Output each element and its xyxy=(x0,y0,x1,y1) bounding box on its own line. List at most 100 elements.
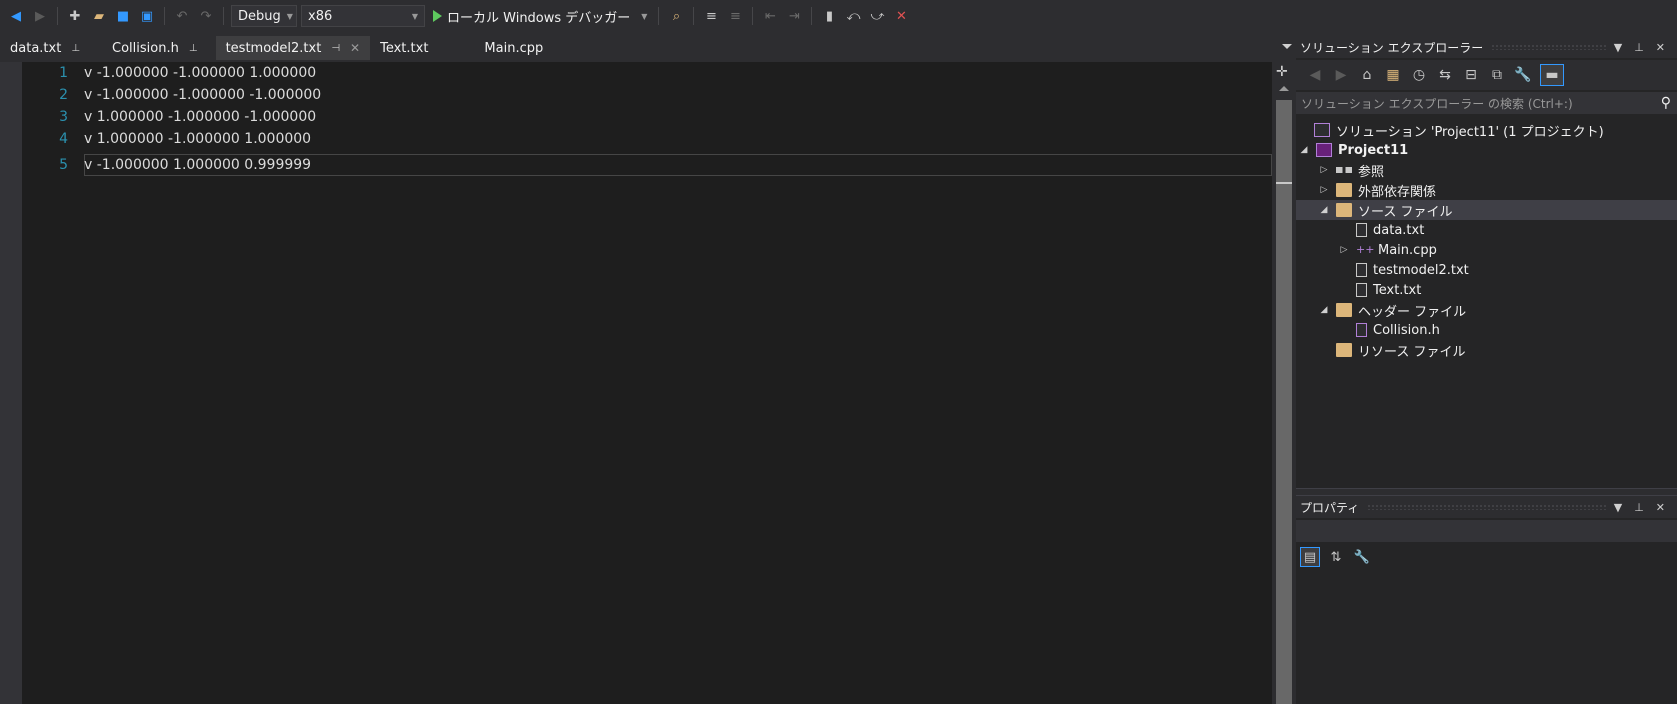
show-all-files-icon[interactable]: ⧉ xyxy=(1488,67,1506,83)
line-text[interactable]: v 1.000000 -1.000000 1.000000 xyxy=(84,131,311,147)
tree-item-header-files[interactable]: ◢ ヘッダー ファイル xyxy=(1296,300,1677,320)
uncomment-icon[interactable]: ≡ xyxy=(725,6,745,26)
expanded-arrow-icon[interactable]: ◢ xyxy=(1318,205,1330,215)
toolbar-separator xyxy=(57,7,58,25)
previous-bookmark-icon[interactable]: ⤺ xyxy=(843,6,863,26)
search-icon[interactable]: ⚲ xyxy=(1661,95,1671,111)
main-toolbar: ◀ ▶ ✚ ▰ ■ ▣ ↶ ↷ Debug ▼ x86 ▼ ローカル Windo… xyxy=(0,0,1677,32)
tree-item-label: Project11 xyxy=(1338,142,1409,158)
tree-item-external-dependencies[interactable]: ▷ 外部依存関係 xyxy=(1296,180,1677,200)
tree-item-solution[interactable]: ソリューション 'Project11' (1 プロジェクト) xyxy=(1296,120,1677,140)
line-text[interactable]: v 1.000000 -1.000000 -1.000000 xyxy=(84,109,316,125)
chevron-down-icon: ▼ xyxy=(286,11,293,21)
pending-changes-filter-icon[interactable]: ◷ xyxy=(1410,67,1428,83)
project-icon xyxy=(1316,143,1332,157)
home-icon[interactable]: ⌂ xyxy=(1358,67,1376,83)
close-icon[interactable]: ✕ xyxy=(1656,501,1665,514)
start-debugging-button[interactable]: ローカル Windows デバッガー ▼ xyxy=(429,7,651,26)
title-grip xyxy=(1367,504,1606,510)
pane-splitter[interactable] xyxy=(1296,488,1677,496)
new-item-icon[interactable]: ✚ xyxy=(65,6,85,26)
next-bookmark-icon[interactable]: ⤻ xyxy=(867,6,887,26)
tab-main-cpp[interactable]: Main.cpp xyxy=(474,36,553,60)
bookmark-icon[interactable]: ▮ xyxy=(819,6,839,26)
redo-icon[interactable]: ↷ xyxy=(196,6,216,26)
tab-overflow-icon[interactable] xyxy=(1282,44,1292,49)
save-icon[interactable]: ■ xyxy=(113,6,133,26)
tree-item-main-cpp[interactable]: ▷ ++ Main.cpp xyxy=(1296,240,1677,260)
property-pages-icon[interactable]: 🔧 xyxy=(1352,547,1372,567)
collapse-all-icon[interactable]: ⊟ xyxy=(1462,67,1480,83)
search-placeholder: ソリューション エクスプローラー の検索 (Ctrl+:) xyxy=(1301,96,1573,111)
find-in-files-icon[interactable]: ⌕ xyxy=(666,6,686,26)
scrollbar-thumb[interactable] xyxy=(1276,100,1292,704)
window-position-icon[interactable]: ▼ xyxy=(1614,501,1622,514)
tab-data-txt[interactable]: data.txt ⊥ xyxy=(0,36,90,60)
properties-title: プロパティ xyxy=(1300,500,1360,515)
code-editor[interactable]: 1 v -1.000000 -1.000000 1.000000 2 v -1.… xyxy=(0,62,1296,704)
line-text[interactable]: v -1.000000 1.000000 0.999999 xyxy=(84,157,311,173)
tree-item-text-txt[interactable]: Text.txt xyxy=(1296,280,1677,300)
tree-item-collision-h[interactable]: Collision.h xyxy=(1296,320,1677,340)
properties-object-selector[interactable] xyxy=(1296,520,1677,542)
tab-text-txt[interactable]: Text.txt xyxy=(370,36,438,60)
sync-with-document-icon[interactable]: ⇆ xyxy=(1436,67,1454,83)
code-line-current: 5 v -1.000000 1.000000 0.999999 xyxy=(22,154,1272,176)
switch-views-icon[interactable]: ▦ xyxy=(1384,67,1402,83)
pin-icon[interactable]: ⊥ xyxy=(71,43,80,54)
back-icon[interactable]: ◀ xyxy=(6,6,26,26)
editor-scrollbar[interactable]: ✛ xyxy=(1272,62,1296,704)
window-position-icon[interactable]: ▼ xyxy=(1614,41,1622,54)
tree-item-project[interactable]: ◢ Project11 xyxy=(1296,140,1677,160)
back-icon[interactable]: ◀ xyxy=(1306,67,1324,83)
code-line: 3 v 1.000000 -1.000000 -1.000000 xyxy=(22,106,1272,128)
expanded-arrow-icon[interactable]: ◢ xyxy=(1298,145,1310,155)
pin-icon[interactable]: ⊥ xyxy=(189,43,198,54)
categorized-icon[interactable]: ▤ xyxy=(1300,547,1320,567)
toolbar-separator xyxy=(811,7,813,25)
tree-item-testmodel2-txt[interactable]: testmodel2.txt xyxy=(1296,260,1677,280)
forward-icon[interactable]: ▶ xyxy=(1332,67,1350,83)
open-file-icon[interactable]: ▰ xyxy=(89,6,109,26)
line-text[interactable]: v -1.000000 -1.000000 1.000000 xyxy=(84,65,316,81)
outdent-icon[interactable]: ⇤ xyxy=(760,6,780,26)
tree-item-references[interactable]: ▷ 参照 xyxy=(1296,160,1677,180)
tab-label: Collision.h xyxy=(112,40,179,56)
properties-wrench-icon[interactable]: 🔧 xyxy=(1514,67,1532,83)
pin-icon[interactable]: ⊥ xyxy=(1634,41,1644,54)
alphabetical-icon[interactable]: ⇅ xyxy=(1326,547,1346,567)
tab-testmodel2-txt[interactable]: testmodel2.txt ⊣ ✕ xyxy=(215,36,371,60)
line-text[interactable]: v -1.000000 -1.000000 -1.000000 xyxy=(84,87,321,103)
platform-value: x86 xyxy=(308,8,333,24)
folder-icon xyxy=(1336,343,1352,357)
toolbar-separator xyxy=(164,7,165,25)
tree-item-data-txt[interactable]: data.txt xyxy=(1296,220,1677,240)
collapsed-arrow-icon[interactable]: ▷ xyxy=(1318,185,1330,195)
scroll-up-icon[interactable] xyxy=(1279,86,1289,91)
clear-bookmarks-icon[interactable]: ✕ xyxy=(891,6,911,26)
indent-icon[interactable]: ⇥ xyxy=(784,6,804,26)
close-icon[interactable]: ✕ xyxy=(1656,41,1665,54)
tree-item-source-files[interactable]: ◢ ソース ファイル xyxy=(1296,200,1677,220)
configuration-dropdown[interactable]: Debug ▼ xyxy=(231,5,297,27)
platform-dropdown[interactable]: x86 ▼ xyxy=(301,5,425,27)
preview-selected-items-icon[interactable]: ▬ xyxy=(1540,64,1564,86)
close-icon[interactable]: ✕ xyxy=(350,41,360,55)
save-all-icon[interactable]: ▣ xyxy=(137,6,157,26)
tab-collision-h[interactable]: Collision.h ⊥ xyxy=(102,36,208,60)
collapsed-arrow-icon[interactable]: ▷ xyxy=(1338,245,1350,255)
undo-icon[interactable]: ↶ xyxy=(172,6,192,26)
solution-explorer-title: ソリューション エクスプローラー xyxy=(1300,40,1484,55)
toolbar-separator xyxy=(658,7,660,25)
split-window-icon[interactable]: ✛ xyxy=(1276,64,1288,80)
tree-item-resource-files[interactable]: リソース ファイル xyxy=(1296,340,1677,360)
configuration-value: Debug xyxy=(238,8,281,24)
solution-explorer-search[interactable]: ソリューション エクスプローラー の検索 (Ctrl+:) ⚲ xyxy=(1296,92,1677,114)
pin-icon[interactable]: ⊣ xyxy=(331,43,340,54)
forward-icon[interactable]: ▶ xyxy=(30,6,50,26)
start-debugging-label: ローカル Windows デバッガー xyxy=(447,10,631,26)
pin-icon[interactable]: ⊥ xyxy=(1634,501,1644,514)
collapsed-arrow-icon[interactable]: ▷ xyxy=(1318,165,1330,175)
expanded-arrow-icon[interactable]: ◢ xyxy=(1318,305,1330,315)
comment-icon[interactable]: ≡ xyxy=(701,6,721,26)
